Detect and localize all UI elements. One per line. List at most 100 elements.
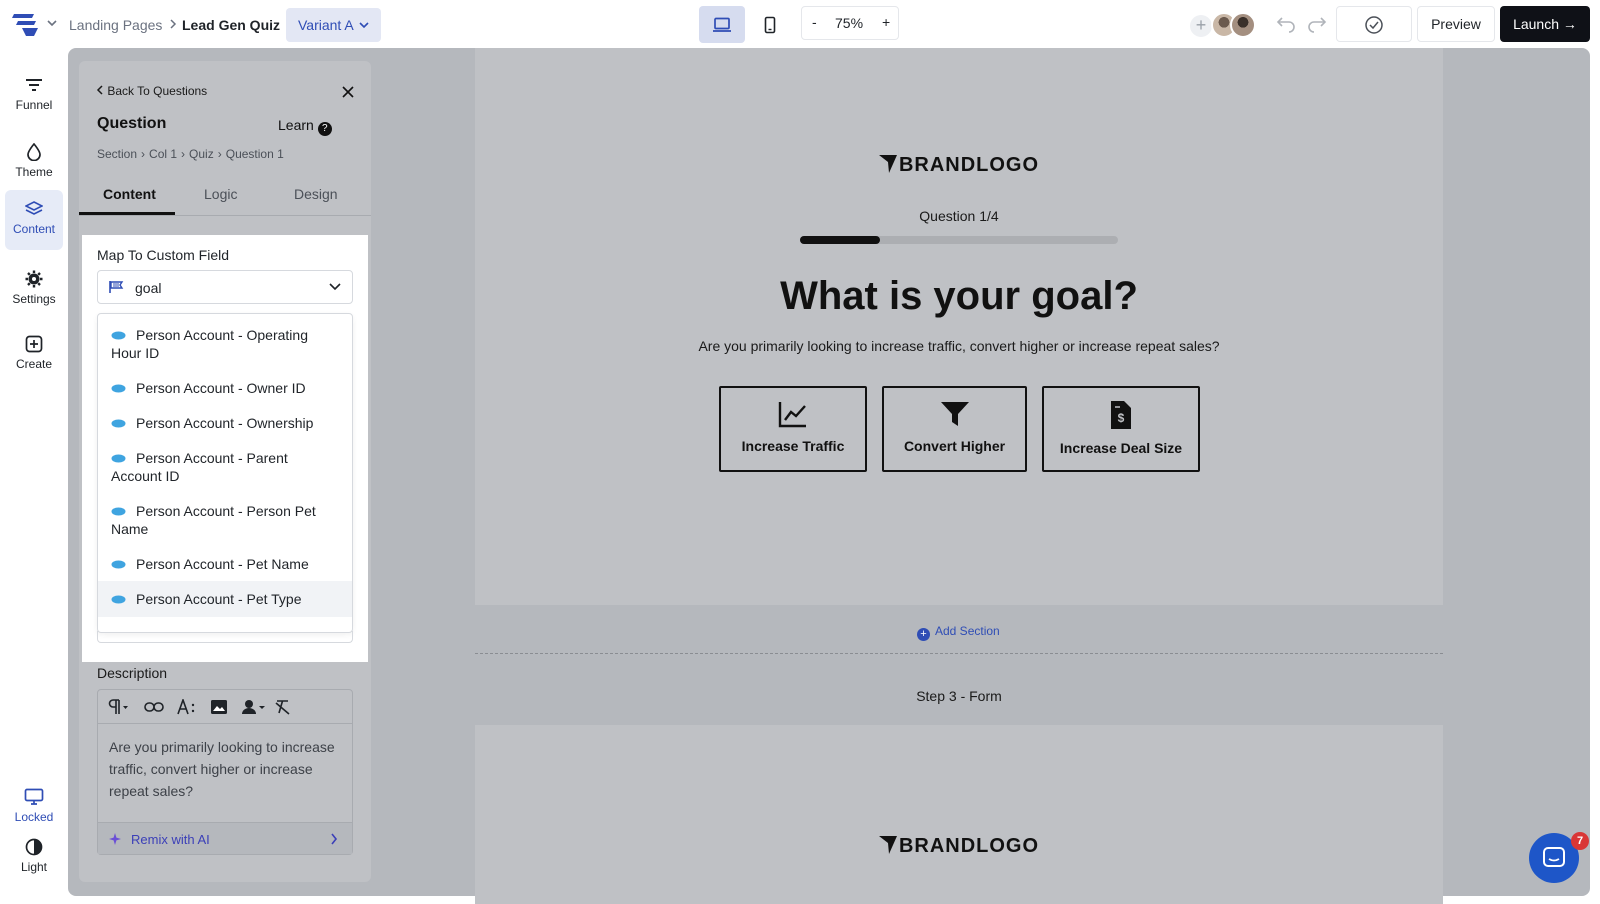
app-logo-icon[interactable] bbox=[10, 10, 40, 38]
add-collaborator-button[interactable]: + bbox=[1190, 15, 1212, 37]
avatar[interactable] bbox=[1230, 12, 1256, 38]
answer-option-increase-deal-size[interactable]: $ Increase Deal Size bbox=[1042, 386, 1200, 472]
rail-item-label: Theme bbox=[15, 165, 53, 179]
rail-item-create[interactable]: Create bbox=[5, 325, 63, 381]
brand-logo-text: BRANDLOGO bbox=[898, 154, 1040, 176]
zoom-in-button[interactable]: + bbox=[882, 14, 890, 30]
rail-item-label: Content bbox=[12, 222, 56, 236]
back-label: Back To Questions bbox=[107, 84, 208, 98]
dropdown-option[interactable]: Person Account - Person Pet Name bbox=[98, 502, 352, 538]
image-icon[interactable] bbox=[210, 699, 228, 715]
remix-label: Remix with AI bbox=[131, 832, 210, 847]
tab-content[interactable]: Content bbox=[103, 186, 156, 202]
text-size-icon[interactable] bbox=[177, 699, 197, 715]
crumb-section[interactable]: Section bbox=[97, 147, 137, 161]
crumb-col[interactable]: Col 1 bbox=[149, 147, 177, 161]
learn-label: Learn bbox=[278, 117, 314, 133]
option-text: Person Account - Pet Name bbox=[136, 556, 309, 572]
field-label: Map To Custom Field bbox=[97, 247, 230, 263]
variant-dropdown[interactable]: Variant A bbox=[286, 8, 381, 42]
crumb-quiz[interactable]: Quiz bbox=[189, 147, 214, 161]
line-chart-icon bbox=[778, 402, 806, 428]
paragraph-icon[interactable] bbox=[107, 699, 129, 715]
breadcrumb-current: Lead Gen Quiz bbox=[182, 17, 281, 33]
custom-field-mapping: Map To Custom Field goal Person Account … bbox=[82, 235, 368, 662]
dropdown-option[interactable]: Person Account - Ownership bbox=[98, 414, 352, 432]
answer-option-increase-traffic[interactable]: Increase Traffic bbox=[719, 386, 867, 472]
launch-button[interactable]: Launch → bbox=[1500, 6, 1590, 42]
salesforce-cloud-icon bbox=[111, 595, 126, 604]
dropdown-option[interactable]: Person Account - Owner ID bbox=[98, 379, 352, 397]
salesforce-cloud-icon bbox=[111, 560, 126, 569]
chevron-right-icon bbox=[170, 19, 177, 29]
quiz-page-section[interactable]: BRANDLOGO Question 1/4 What is your goal… bbox=[475, 48, 1443, 605]
dropdown-option[interactable]: Person Account - Pet Name bbox=[98, 555, 352, 573]
rail-item-locked[interactable]: Locked bbox=[5, 778, 63, 834]
link-icon[interactable] bbox=[144, 699, 164, 715]
add-section-button[interactable]: + Add Section bbox=[917, 624, 1000, 641]
answer-option-convert-higher[interactable]: Convert Higher bbox=[882, 386, 1027, 472]
form-page-section[interactable]: BRANDLOGO bbox=[475, 725, 1443, 904]
rail-item-label: Light bbox=[20, 860, 48, 874]
chevron-down-icon[interactable] bbox=[46, 17, 58, 29]
back-to-questions-link[interactable]: Back To Questions bbox=[96, 84, 207, 98]
breadcrumb-landing-pages[interactable]: Landing Pages bbox=[69, 17, 162, 33]
question-counter: Question 1/4 bbox=[919, 208, 999, 224]
custom-field-select[interactable]: goal bbox=[97, 270, 353, 304]
salesforce-cloud-icon bbox=[111, 507, 126, 516]
zoom-control: - 75% + bbox=[801, 6, 899, 40]
tab-design[interactable]: Design bbox=[294, 186, 338, 202]
variant-label: Variant A bbox=[298, 17, 354, 33]
merge-field-icon[interactable] bbox=[241, 699, 267, 715]
learn-link[interactable]: Learn? bbox=[278, 117, 332, 136]
rail-item-light[interactable]: Light bbox=[5, 828, 63, 884]
undo-icon[interactable] bbox=[1275, 13, 1297, 33]
salesforce-cloud-icon bbox=[111, 419, 126, 428]
redo-icon[interactable] bbox=[1306, 13, 1328, 33]
rail-item-theme[interactable]: Theme bbox=[5, 133, 63, 189]
preview-button[interactable]: Preview bbox=[1417, 6, 1495, 42]
question-subtitle[interactable]: Are you primarily looking to increase tr… bbox=[475, 338, 1443, 354]
clear-format-icon[interactable] bbox=[274, 699, 292, 715]
brand-mark-icon bbox=[878, 155, 897, 173]
rail-item-content[interactable]: Content bbox=[5, 190, 63, 250]
chat-icon bbox=[1543, 847, 1565, 867]
sparkle-icon bbox=[109, 833, 121, 845]
remix-with-ai-button[interactable]: Remix with AI bbox=[98, 822, 352, 854]
option-text: Person Account - Ownership bbox=[136, 415, 314, 431]
rail-item-funnel[interactable]: Funnel bbox=[5, 68, 63, 124]
dropdown-option[interactable]: Person Account - Parent Account ID bbox=[98, 449, 352, 485]
select-value: goal bbox=[135, 280, 162, 296]
dropdown-option[interactable]: Person Account - Operating Hour ID bbox=[98, 326, 352, 362]
desktop-view-button[interactable] bbox=[699, 6, 745, 43]
chevron-right-icon: › bbox=[181, 147, 186, 161]
check-circle-icon bbox=[1365, 16, 1383, 34]
mobile-icon bbox=[764, 16, 776, 34]
droplet-icon bbox=[27, 143, 41, 161]
panel-title: Question bbox=[97, 115, 167, 132]
option-text: Person Account - Parent Account ID bbox=[111, 450, 288, 484]
description-text[interactable]: Are you primarily looking to increase tr… bbox=[109, 736, 345, 802]
crumb-question[interactable]: Question 1 bbox=[226, 147, 284, 161]
publish-check-button[interactable] bbox=[1336, 6, 1412, 42]
zoom-out-button[interactable]: - bbox=[812, 14, 817, 30]
description-editor[interactable]: Are you primarily looking to increase tr… bbox=[97, 689, 353, 855]
question-title[interactable]: What is your goal? bbox=[475, 274, 1443, 319]
editor-toolbar bbox=[98, 690, 352, 724]
layers-icon bbox=[25, 201, 43, 215]
brand-logo: BRANDLOGO bbox=[475, 835, 1443, 858]
brand-logo: BRANDLOGO bbox=[475, 154, 1443, 177]
monitor-icon bbox=[24, 788, 44, 805]
dropdown-option-hovered[interactable]: Person Account - Pet Type bbox=[98, 581, 352, 617]
close-icon[interactable] bbox=[342, 86, 354, 98]
option-label: Increase Traffic bbox=[741, 438, 845, 454]
custom-field-dropdown: Person Account - Operating Hour ID Perso… bbox=[97, 313, 353, 633]
chevron-right-icon: › bbox=[217, 147, 222, 161]
mobile-view-button[interactable] bbox=[747, 6, 793, 43]
salesforce-cloud-icon bbox=[111, 331, 126, 340]
panel-breadcrumb: Section › Col 1 › Quiz › Question 1 bbox=[97, 147, 284, 161]
top-bar: Landing Pages Lead Gen Quiz Variant A - … bbox=[0, 0, 1600, 48]
tab-logic[interactable]: Logic bbox=[204, 186, 237, 202]
svg-text:$: $ bbox=[1118, 411, 1125, 425]
rail-item-settings[interactable]: Settings bbox=[5, 260, 63, 316]
